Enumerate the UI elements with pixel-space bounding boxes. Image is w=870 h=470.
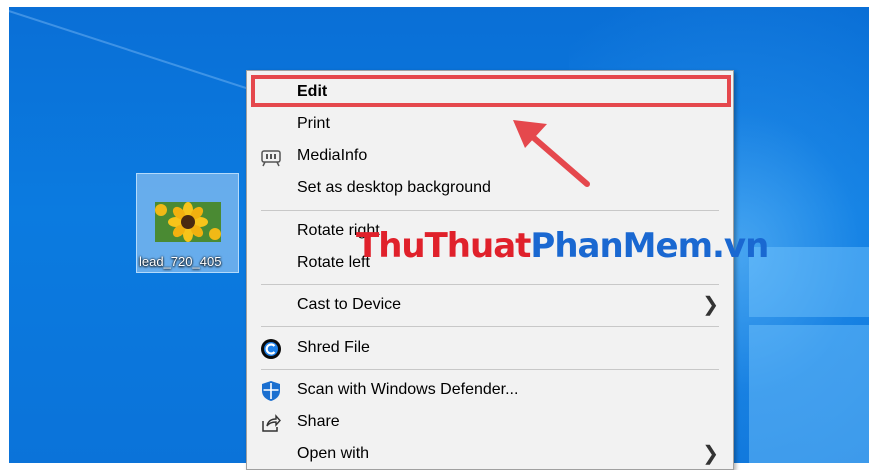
menu-item-label: MediaInfo bbox=[297, 147, 368, 164]
chevron-right-icon: ❯ bbox=[702, 294, 719, 316]
watermark-logo: ThuThuatPhanMem.vn bbox=[356, 226, 769, 266]
menu-item-label: Shred File bbox=[297, 339, 370, 356]
watermark-part: ThuThuat bbox=[356, 226, 531, 266]
menu-item-set-desktop-background[interactable]: Set as desktop background bbox=[247, 173, 733, 203]
menu-item-label: Scan with Windows Defender... bbox=[297, 381, 519, 398]
defender-shield-icon bbox=[260, 380, 282, 402]
menu-item-label: Print bbox=[297, 115, 330, 132]
edit-highlight-box bbox=[251, 75, 731, 107]
share-icon bbox=[260, 412, 282, 434]
menu-item-label: Open with bbox=[297, 445, 370, 462]
chevron-right-icon: ❯ bbox=[702, 443, 719, 465]
menu-item-mediainfo[interactable]: MediaInfo bbox=[247, 141, 733, 171]
menu-item-open-with[interactable]: Open with ❯ bbox=[247, 439, 733, 469]
watermark-part: .vn bbox=[712, 226, 769, 266]
pointer-arrow-icon bbox=[513, 120, 590, 187]
menu-item-scan-windows-defender[interactable]: Scan with Windows Defender... bbox=[247, 375, 733, 405]
shred-icon bbox=[260, 338, 282, 360]
context-menu: Edit Print MediaInfo Set as desktop back… bbox=[246, 70, 734, 470]
menu-separator bbox=[261, 369, 719, 370]
desktop-file-icon[interactable]: lead_720_405 bbox=[136, 173, 239, 273]
wallpaper-window-pane bbox=[749, 325, 869, 463]
mediainfo-icon bbox=[260, 146, 282, 168]
watermark-part: PhanMem bbox=[530, 226, 713, 266]
menu-item-label: Share bbox=[297, 413, 340, 430]
menu-item-share[interactable]: Share bbox=[247, 407, 733, 437]
menu-item-print[interactable]: Print bbox=[247, 109, 733, 139]
menu-item-label: Cast to Device bbox=[297, 296, 402, 313]
menu-separator bbox=[261, 284, 719, 285]
menu-item-shred-file[interactable]: Shred File bbox=[247, 333, 733, 363]
menu-separator bbox=[261, 210, 719, 211]
image-file-icon bbox=[155, 202, 221, 242]
menu-item-label: Set as desktop background bbox=[297, 179, 491, 196]
menu-item-cast-to-device[interactable]: Cast to Device ❯ bbox=[247, 290, 733, 320]
menu-separator bbox=[261, 326, 719, 327]
